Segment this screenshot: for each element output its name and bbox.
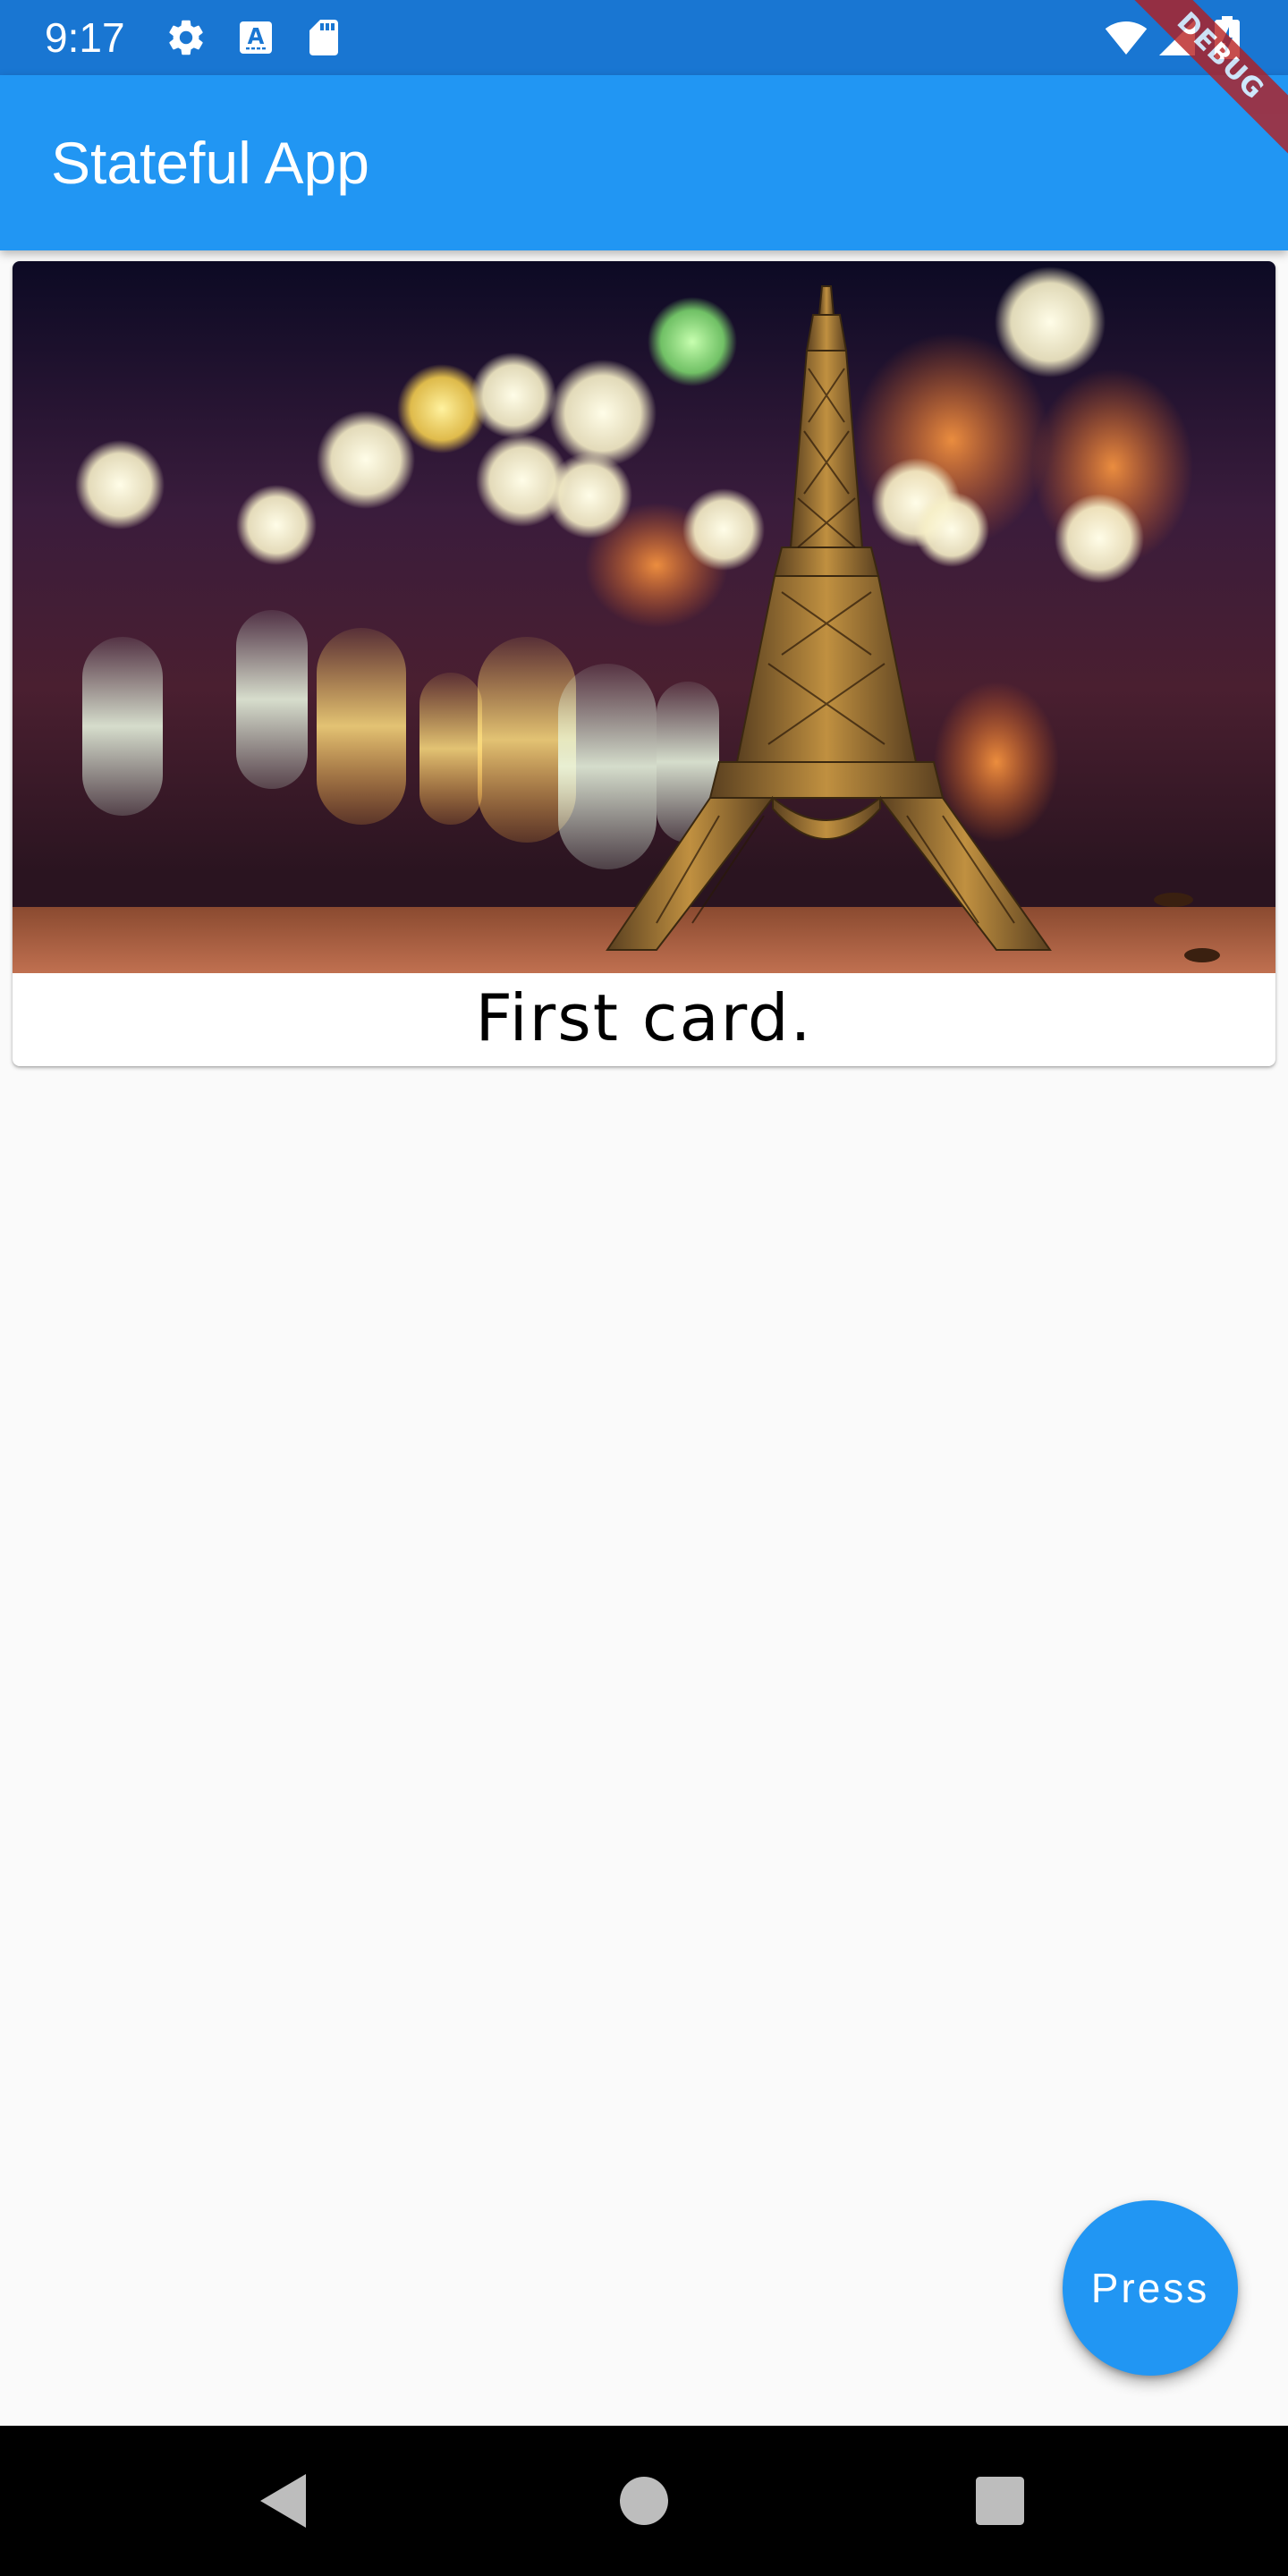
home-circle-icon[interactable] [612, 2469, 676, 2533]
wifi-icon [1102, 16, 1150, 59]
sd-card-icon [302, 16, 345, 59]
status-bar: 9:17 [0, 0, 1288, 75]
app-bar: Stateful App [0, 75, 1288, 250]
card: First card. [13, 261, 1275, 1066]
status-time: 9:17 [45, 14, 125, 61]
app-title: Stateful App [51, 130, 369, 196]
back-triangle-icon[interactable] [252, 2469, 317, 2533]
navigation-bar [0, 2426, 1288, 2576]
press-fab-button[interactable]: Press [1063, 2200, 1238, 2376]
a-keyboard-icon [234, 16, 277, 59]
card-caption: First card. [475, 980, 813, 1055]
gear-icon [165, 16, 208, 59]
recents-square-icon[interactable] [968, 2469, 1032, 2533]
eiffel-tower-image [13, 261, 1275, 973]
